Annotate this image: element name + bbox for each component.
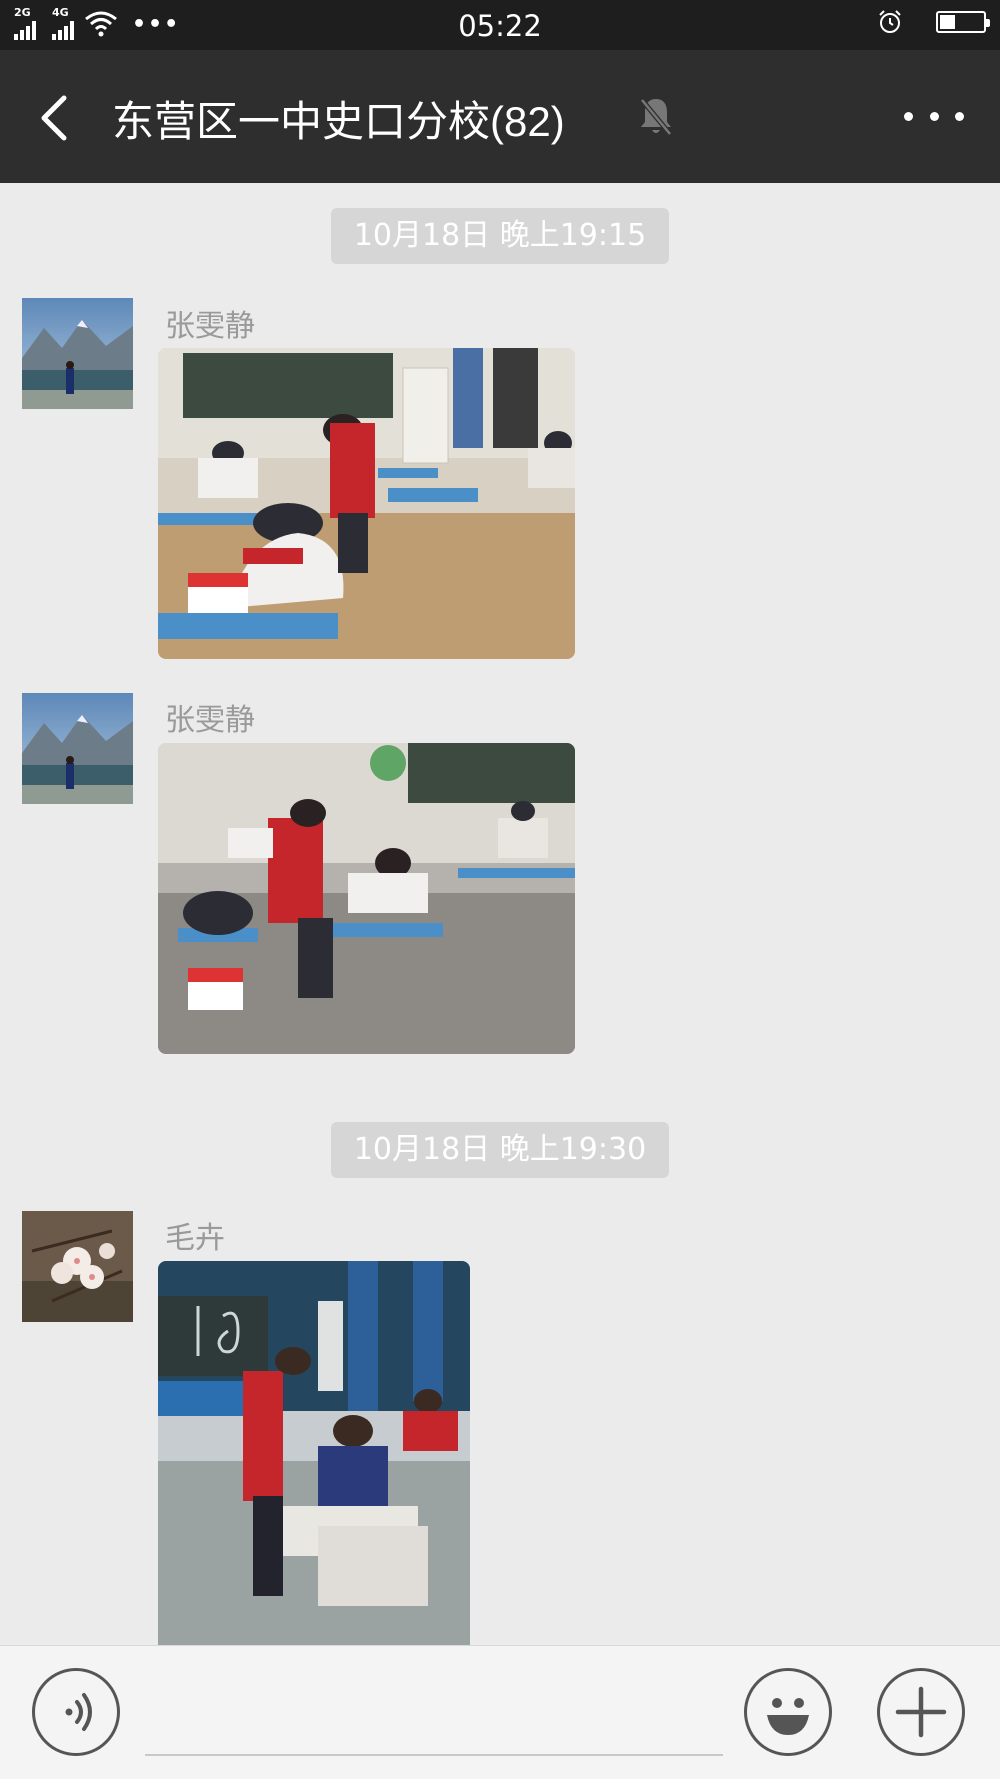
plus-icon <box>895 1686 947 1738</box>
image-message[interactable] <box>158 348 575 659</box>
chat-header: 东营区一中史口分校(82) <box>0 50 1000 183</box>
timestamp-separator: 10月18日 晚上19:15 <box>331 208 669 264</box>
sender-name: 毛卉 <box>165 1221 225 1256</box>
emoji-button[interactable] <box>744 1668 832 1756</box>
image-message[interactable] <box>158 743 575 1054</box>
sender-name: 张雯静 <box>165 309 255 344</box>
voice-input-button[interactable] <box>32 1668 120 1756</box>
sender-avatar[interactable] <box>22 693 133 804</box>
alarm-icon <box>879 10 901 33</box>
battery-icon <box>936 11 990 33</box>
more-options-button[interactable] <box>904 98 964 134</box>
more-functions-button[interactable] <box>877 1668 965 1756</box>
image-message[interactable] <box>158 1261 470 1645</box>
sender-avatar[interactable] <box>22 1211 133 1322</box>
clock: 05:22 <box>458 9 542 43</box>
battery-level <box>940 15 955 29</box>
input-bar <box>0 1645 1000 1779</box>
sender-avatar[interactable] <box>22 298 133 409</box>
timestamp-separator: 10月18日 晚上19:30 <box>331 1122 669 1178</box>
emoji-icon <box>767 1698 809 1735</box>
sender-name: 张雯静 <box>165 703 255 738</box>
message-input[interactable] <box>145 1754 723 1756</box>
back-arrow-icon[interactable] <box>30 88 80 148</box>
chat-message-list[interactable]: 10月18日 晚上19:15 张雯静 张雯静 10月18日 晚上19:30 毛卉 <box>0 183 1000 1645</box>
chat-title: 东营区一中史口分校(82) <box>112 98 565 145</box>
muted-bell-icon <box>640 98 672 136</box>
status-bar: 2G 4G ••• 05:22 <box>0 0 1000 50</box>
voice-icon <box>65 1693 92 1731</box>
